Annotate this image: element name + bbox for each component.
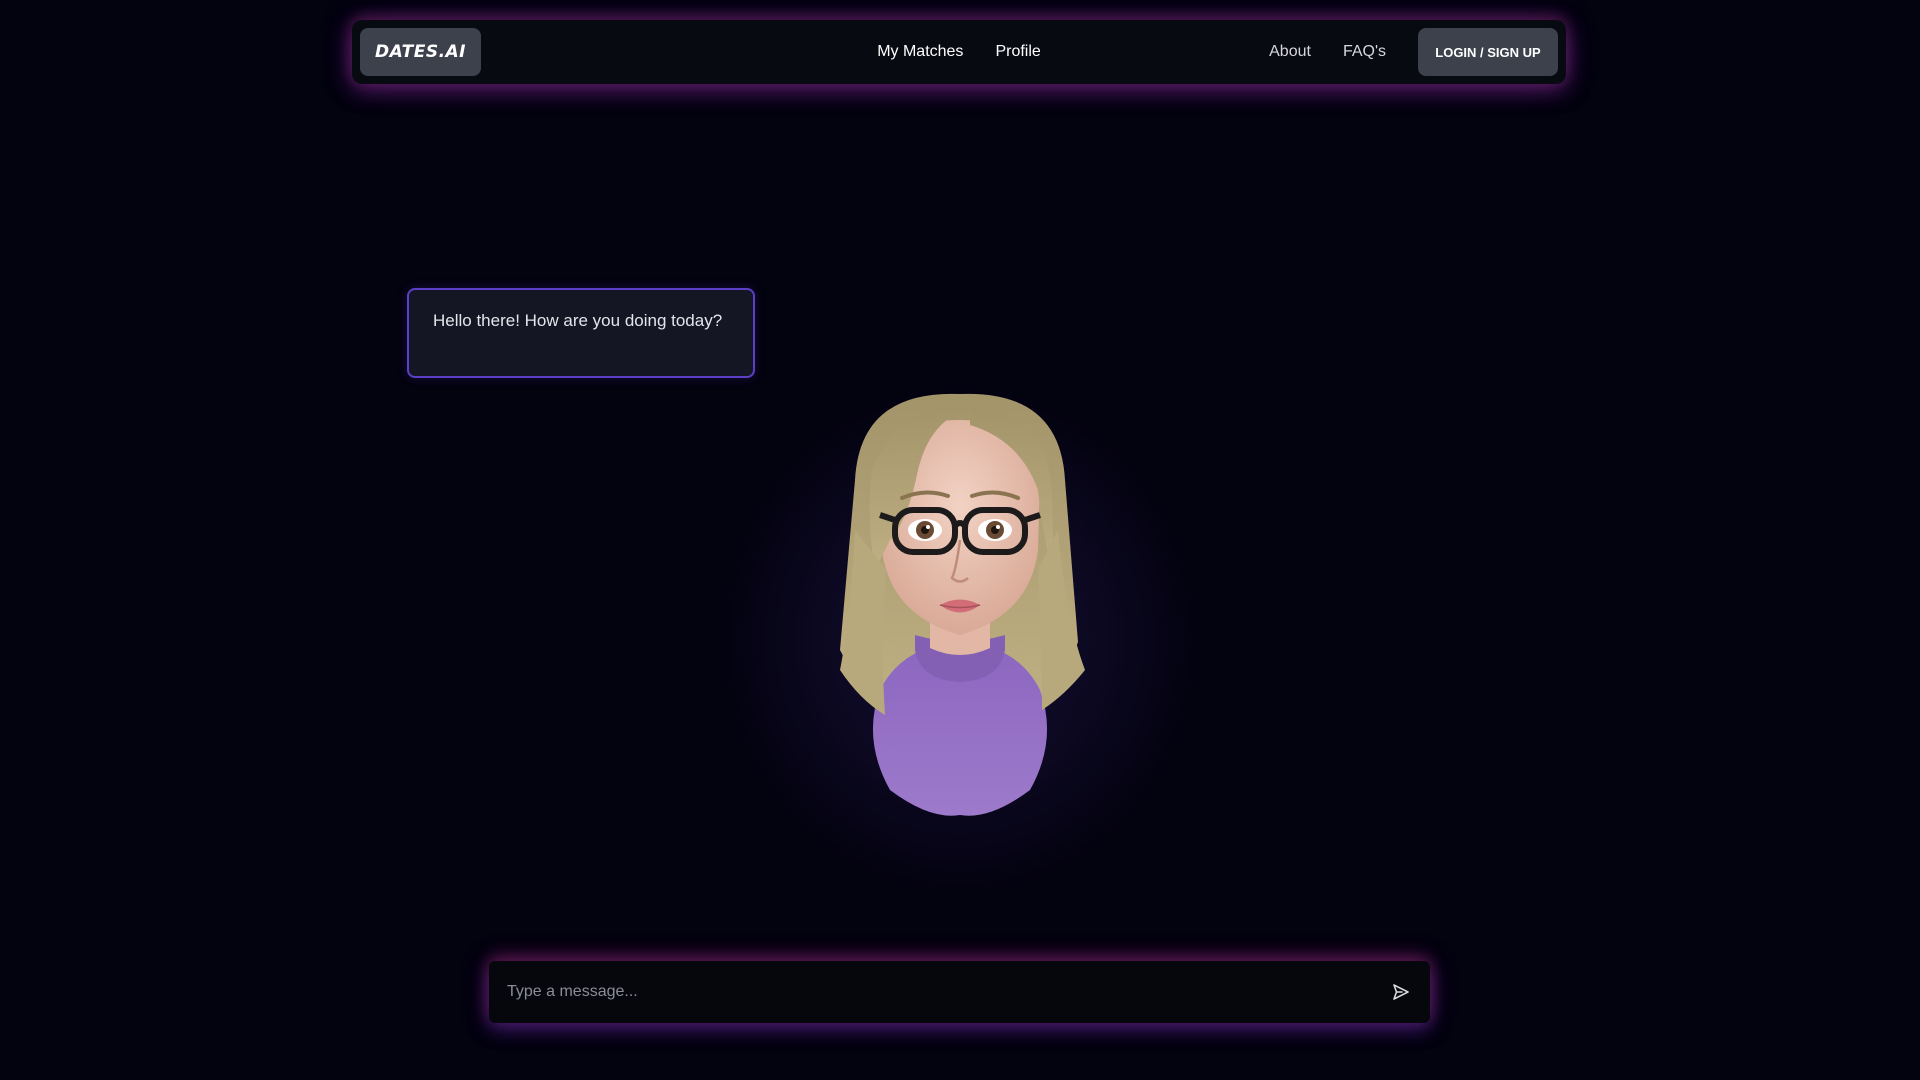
send-button[interactable] bbox=[1388, 979, 1414, 1005]
navbar: DATES.AI My Matches Profile About FAQ's … bbox=[352, 20, 1566, 84]
avatar-speech-bubble: Hello there! How are you doing today? bbox=[407, 288, 755, 378]
send-icon bbox=[1393, 984, 1409, 1000]
message-composer bbox=[489, 961, 1430, 1023]
logo-button[interactable]: DATES.AI bbox=[360, 28, 481, 76]
avatar-illustration bbox=[840, 393, 1085, 816]
message-input[interactable] bbox=[505, 971, 1349, 1013]
nav-link-profile[interactable]: Profile bbox=[995, 43, 1040, 61]
nav-link-my-matches[interactable]: My Matches bbox=[877, 43, 963, 61]
avatar-3d bbox=[780, 380, 1140, 830]
nav-link-about[interactable]: About bbox=[1269, 43, 1311, 61]
nav-link-faqs[interactable]: FAQ's bbox=[1343, 43, 1386, 61]
login-signup-button[interactable]: LOGIN / SIGN UP bbox=[1418, 28, 1558, 76]
nav-right-links: About FAQ's LOGIN / SIGN UP bbox=[1269, 28, 1558, 76]
logo-text: DATES.AI bbox=[374, 42, 467, 62]
